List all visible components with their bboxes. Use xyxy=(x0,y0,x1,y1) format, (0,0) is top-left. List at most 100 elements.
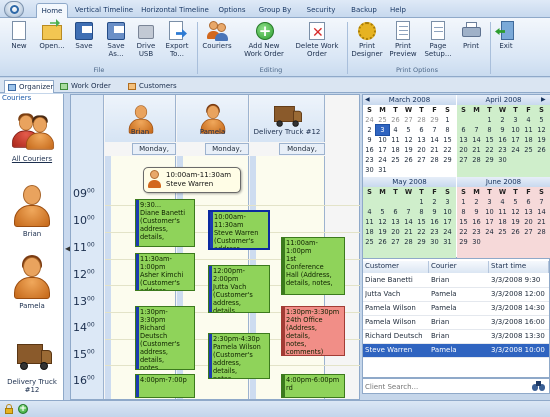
calendar-day[interactable]: 14 xyxy=(428,135,441,145)
calendar-day[interactable]: 28 xyxy=(428,155,441,165)
calendar-day[interactable]: 16 xyxy=(363,145,376,155)
all-couriers-item[interactable] xyxy=(11,106,55,154)
calendar-day[interactable]: 2 xyxy=(496,115,509,125)
calendar-day[interactable]: 25 xyxy=(496,227,509,237)
calendar-day[interactable]: 11 xyxy=(389,135,402,145)
calendar-day[interactable]: 24 xyxy=(441,227,454,237)
calendar-day[interactable]: 28 xyxy=(470,155,483,165)
calendar-day[interactable]: 21 xyxy=(535,217,548,227)
calendar-day[interactable]: 31 xyxy=(441,237,454,247)
calendar-day[interactable]: 29 xyxy=(441,155,454,165)
resource-header-brian[interactable]: Brian xyxy=(105,95,176,142)
calendar-day[interactable]: 9 xyxy=(428,207,441,217)
calendar-day[interactable]: 28 xyxy=(535,227,548,237)
calendar-day[interactable]: 1 xyxy=(415,197,428,207)
appointment-card[interactable]: 12:00pm-2:00pm Jutta Vach (Customer's ad… xyxy=(208,265,270,313)
tab-options[interactable]: Options xyxy=(214,3,250,18)
tab-organizer[interactable]: Organizer xyxy=(4,80,54,93)
pamela-label[interactable]: Pamela xyxy=(0,302,64,310)
calendar-day[interactable]: 28 xyxy=(402,237,415,247)
calendar-day[interactable]: 5 xyxy=(402,125,415,135)
calendar-day[interactable]: 20 xyxy=(389,227,402,237)
calendar-day[interactable]: 22 xyxy=(415,227,428,237)
calendar-day[interactable]: 12 xyxy=(535,125,548,135)
calendar-day[interactable]: 9 xyxy=(470,207,483,217)
day-header[interactable]: Monday, March 03 xyxy=(279,143,325,164)
calendar-day[interactable]: 21 xyxy=(470,145,483,155)
calendar-day[interactable]: 14 xyxy=(535,207,548,217)
table-row[interactable]: Pamela Wilson Brian 3/3/2008 16:00 xyxy=(363,316,549,330)
calendar-day[interactable]: 30 xyxy=(496,155,509,165)
calendar-day[interactable]: 1 xyxy=(457,197,470,207)
pamela-avatar-icon[interactable] xyxy=(12,255,52,302)
appointment-card[interactable]: 4:00pm-7:00p xyxy=(135,374,195,398)
calendar-day[interactable]: 21 xyxy=(428,145,441,155)
day-grid[interactable]: S M T W T F S 1 2 3 4 5 6 7 8 9 10 11 12 13 14 15 16 17 18 19 20 21… xyxy=(457,187,550,247)
all-couriers-label[interactable]: All Couriers xyxy=(0,155,64,163)
calendar-day[interactable]: 19 xyxy=(509,217,522,227)
appointment-card[interactable]: 1:30pm-3:30pm 24th Office (Address, deta… xyxy=(281,306,345,356)
calendar-day[interactable]: 5 xyxy=(509,197,522,207)
calendar-day[interactable]: 27 xyxy=(402,115,415,125)
save-as-button[interactable]: Save As... xyxy=(102,20,130,66)
appointment-card[interactable]: 1:30pm-3:30pm Richard Deutsch (Customer'… xyxy=(135,306,195,370)
calendar-day[interactable]: 24 xyxy=(363,115,376,125)
calendar-day[interactable]: 12 xyxy=(376,217,389,227)
calendar-day[interactable]: 22 xyxy=(483,145,496,155)
client-search-input[interactable] xyxy=(365,381,525,393)
calendar-day[interactable]: 2 xyxy=(363,125,376,135)
table-row[interactable]: Diane Banetti Brian 3/3/2008 9:30 xyxy=(363,274,549,288)
calendar-day[interactable]: 3 xyxy=(441,197,454,207)
calendar-day[interactable]: 2 xyxy=(428,197,441,207)
tab-security[interactable]: Security xyxy=(302,3,340,18)
calendar-day[interactable]: 26 xyxy=(509,227,522,237)
table-row[interactable]: Steve Warren Pamela 3/3/2008 10:00 xyxy=(363,344,549,358)
calendar-day[interactable]: 26 xyxy=(535,145,548,155)
tab-horizontal-timeline[interactable]: Horizontal Timeline xyxy=(140,3,210,18)
calendar-day[interactable]: 17 xyxy=(441,217,454,227)
exit-button[interactable]: Exit xyxy=(494,20,518,66)
brian-label[interactable]: Brian xyxy=(0,230,64,238)
add-work-order-button[interactable]: + Add New Work Order xyxy=(242,20,286,66)
tab-help[interactable]: Help xyxy=(386,3,410,18)
calendar-day[interactable]: 17 xyxy=(509,135,522,145)
calendar-day[interactable]: 28 xyxy=(415,115,428,125)
calendar-day[interactable]: 29 xyxy=(428,115,441,125)
calendar-day[interactable]: 1 xyxy=(483,115,496,125)
calendar-day[interactable]: 26 xyxy=(389,115,402,125)
calendar-day[interactable]: 13 xyxy=(457,135,470,145)
calendar-day[interactable]: 14 xyxy=(402,217,415,227)
calendar-day[interactable]: 30 xyxy=(428,237,441,247)
brian-avatar-icon[interactable] xyxy=(12,185,52,230)
calendar-day[interactable]: 31 xyxy=(376,165,389,175)
tab-home[interactable]: Home xyxy=(36,3,68,18)
print-button[interactable]: Print xyxy=(458,20,484,66)
calendar-day[interactable]: 17 xyxy=(483,217,496,227)
calendar-day[interactable]: 14 xyxy=(470,135,483,145)
appointment-card[interactable]: 11:30am-1:00pm Asher Kimchi (Customer's … xyxy=(135,253,195,291)
calendar-day[interactable]: 4 xyxy=(389,125,402,135)
calendar-day[interactable]: 20 xyxy=(457,145,470,155)
calendar-day[interactable]: 20 xyxy=(415,145,428,155)
appointment-card[interactable]: 9:30... Diane Banetti (Customer's addres… xyxy=(135,199,195,247)
calendar-day[interactable]: 11 xyxy=(522,125,535,135)
day-grid[interactable]: S M T W T F S 1 2 3 4 5 6 7 8 9 10 11 12 13 14 15 16 17 18 19 20 21… xyxy=(363,187,456,247)
tab-group-by[interactable]: Group By xyxy=(256,3,294,18)
calendar-day[interactable]: 18 xyxy=(363,227,376,237)
column-header-start-time[interactable]: Start time xyxy=(489,261,549,273)
calendar-day[interactable]: 5 xyxy=(376,207,389,217)
calendar-day[interactable]: 26 xyxy=(402,155,415,165)
calendar-day[interactable]: 5 xyxy=(535,115,548,125)
calendar-day[interactable]: 11 xyxy=(363,217,376,227)
delivery-truck-label[interactable]: Delivery Truck #12 xyxy=(0,378,64,394)
prev-month-icon[interactable]: ◀ xyxy=(365,96,370,103)
calendar-day[interactable]: 27 xyxy=(389,237,402,247)
calendar-day[interactable]: 17 xyxy=(376,145,389,155)
calendar-day[interactable]: 7 xyxy=(428,125,441,135)
calendar-day[interactable]: 2 xyxy=(470,197,483,207)
new-button[interactable]: New xyxy=(6,20,32,66)
calendar-day[interactable]: 7 xyxy=(402,207,415,217)
calendar-day[interactable]: 22 xyxy=(457,227,470,237)
calendar-day[interactable]: 19 xyxy=(402,145,415,155)
add-icon[interactable]: + xyxy=(18,404,28,414)
